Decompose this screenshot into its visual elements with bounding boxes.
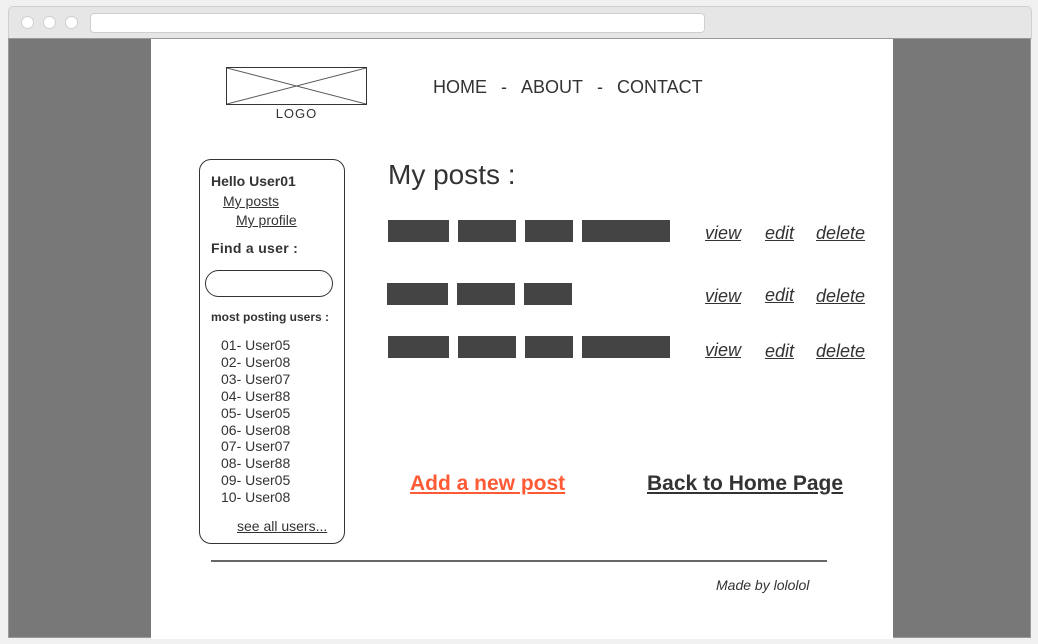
nav-about[interactable]: ABOUT bbox=[521, 77, 583, 98]
logo-placeholder-icon bbox=[227, 68, 366, 104]
edit-post-link[interactable]: edit bbox=[765, 341, 794, 362]
page-title: My posts : bbox=[388, 159, 516, 190]
post-title-placeholder bbox=[525, 336, 573, 358]
back-to-home-link[interactable]: Back to Home Page bbox=[647, 472, 843, 496]
logo-label: LOGO bbox=[275, 106, 318, 121]
user-greeting: Hello User01 bbox=[211, 173, 296, 189]
footer-divider bbox=[211, 560, 827, 562]
nav-contact[interactable]: CONTACT bbox=[617, 77, 703, 98]
view-post-link[interactable]: view bbox=[705, 340, 741, 361]
address-bar[interactable] bbox=[90, 13, 705, 33]
top-user-item[interactable]: 03- User07 bbox=[221, 371, 290, 388]
see-all-users-link[interactable]: see all users... bbox=[237, 518, 327, 534]
top-user-item[interactable]: 05- User05 bbox=[221, 405, 290, 422]
nav-separator: - bbox=[501, 77, 507, 97]
edit-post-link[interactable]: edit bbox=[765, 223, 794, 244]
nav-home[interactable]: HOME bbox=[433, 77, 487, 98]
top-users-list: 01- User05 02- User08 03- User07 04- Use… bbox=[221, 337, 290, 506]
my-posts-link[interactable]: My posts bbox=[223, 193, 279, 209]
edit-post-link[interactable]: edit bbox=[765, 285, 794, 306]
top-user-item[interactable]: 06- User08 bbox=[221, 422, 290, 439]
window-minimize-dot[interactable] bbox=[43, 16, 56, 29]
delete-post-link[interactable]: delete bbox=[816, 341, 865, 362]
view-post-link[interactable]: view bbox=[705, 286, 741, 307]
post-title-placeholder bbox=[458, 220, 516, 242]
window-close-dot[interactable] bbox=[21, 16, 34, 29]
user-search-input[interactable] bbox=[205, 270, 333, 297]
footer-credit: Made by lololol bbox=[716, 577, 810, 593]
post-title-placeholder bbox=[458, 336, 516, 358]
top-user-item[interactable]: 02- User08 bbox=[221, 354, 290, 371]
sidebar: Hello User01 My posts My profile Find a … bbox=[199, 159, 345, 544]
logo-placeholder bbox=[226, 67, 367, 105]
delete-post-link[interactable]: delete bbox=[816, 223, 865, 244]
find-user-label: Find a user : bbox=[211, 240, 299, 256]
post-title-placeholder bbox=[582, 336, 670, 358]
delete-post-link[interactable]: delete bbox=[816, 286, 865, 307]
page-content: LOGO HOME - ABOUT - CONTACT Hello User01 My … bbox=[151, 39, 893, 639]
top-user-item[interactable]: 10- User08 bbox=[221, 489, 290, 506]
add-new-post-link[interactable]: Add a new post bbox=[410, 472, 565, 496]
top-user-item[interactable]: 01- User05 bbox=[221, 337, 290, 354]
post-title-placeholder bbox=[387, 283, 448, 305]
top-user-item[interactable]: 04- User88 bbox=[221, 388, 290, 405]
top-nav: HOME - ABOUT - CONTACT bbox=[433, 77, 703, 98]
post-title-placeholder bbox=[582, 220, 670, 242]
post-title-placeholder bbox=[457, 283, 515, 305]
my-profile-link[interactable]: My profile bbox=[236, 212, 297, 228]
window-maximize-dot[interactable] bbox=[65, 16, 78, 29]
nav-separator: - bbox=[597, 77, 604, 97]
top-user-item[interactable]: 09- User05 bbox=[221, 472, 290, 489]
most-posting-title: most posting users : bbox=[211, 310, 330, 324]
top-user-item[interactable]: 08- User88 bbox=[221, 455, 290, 472]
post-title-placeholder bbox=[525, 220, 573, 242]
browser-chrome bbox=[8, 6, 1032, 39]
post-title-placeholder bbox=[524, 283, 572, 305]
post-title-placeholder bbox=[388, 336, 449, 358]
view-post-link[interactable]: view bbox=[705, 223, 741, 244]
top-user-item[interactable]: 07- User07 bbox=[221, 438, 290, 455]
post-title-placeholder bbox=[388, 220, 449, 242]
browser-viewport: LOGO HOME - ABOUT - CONTACT Hello User01 My … bbox=[8, 38, 1031, 639]
